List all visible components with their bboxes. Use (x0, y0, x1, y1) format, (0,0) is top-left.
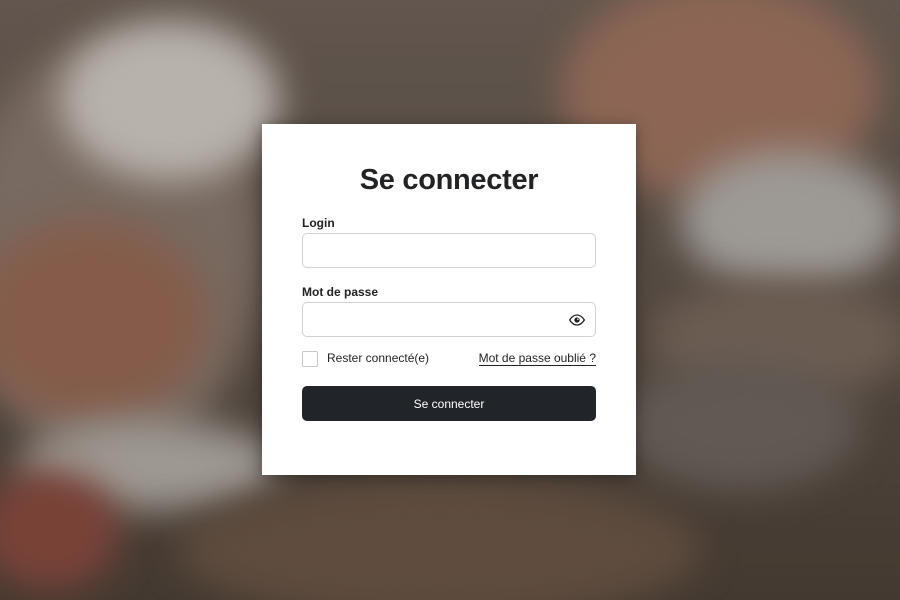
password-label: Mot de passe (302, 285, 379, 299)
login-label: Login (302, 216, 335, 230)
remember-checkbox[interactable] (302, 351, 318, 367)
password-input[interactable] (302, 302, 596, 337)
eye-icon[interactable] (569, 312, 585, 328)
login-input[interactable] (302, 233, 596, 268)
remember-label: Rester connecté(e) (327, 351, 430, 365)
page-title: Se connecter (359, 164, 539, 196)
forgot-password-link[interactable]: Mot de passe oublié ? (478, 351, 596, 366)
submit-button[interactable]: Se connecter (302, 386, 596, 421)
login-card: Se connecter Login Mot de passe Rester c… (262, 124, 636, 475)
